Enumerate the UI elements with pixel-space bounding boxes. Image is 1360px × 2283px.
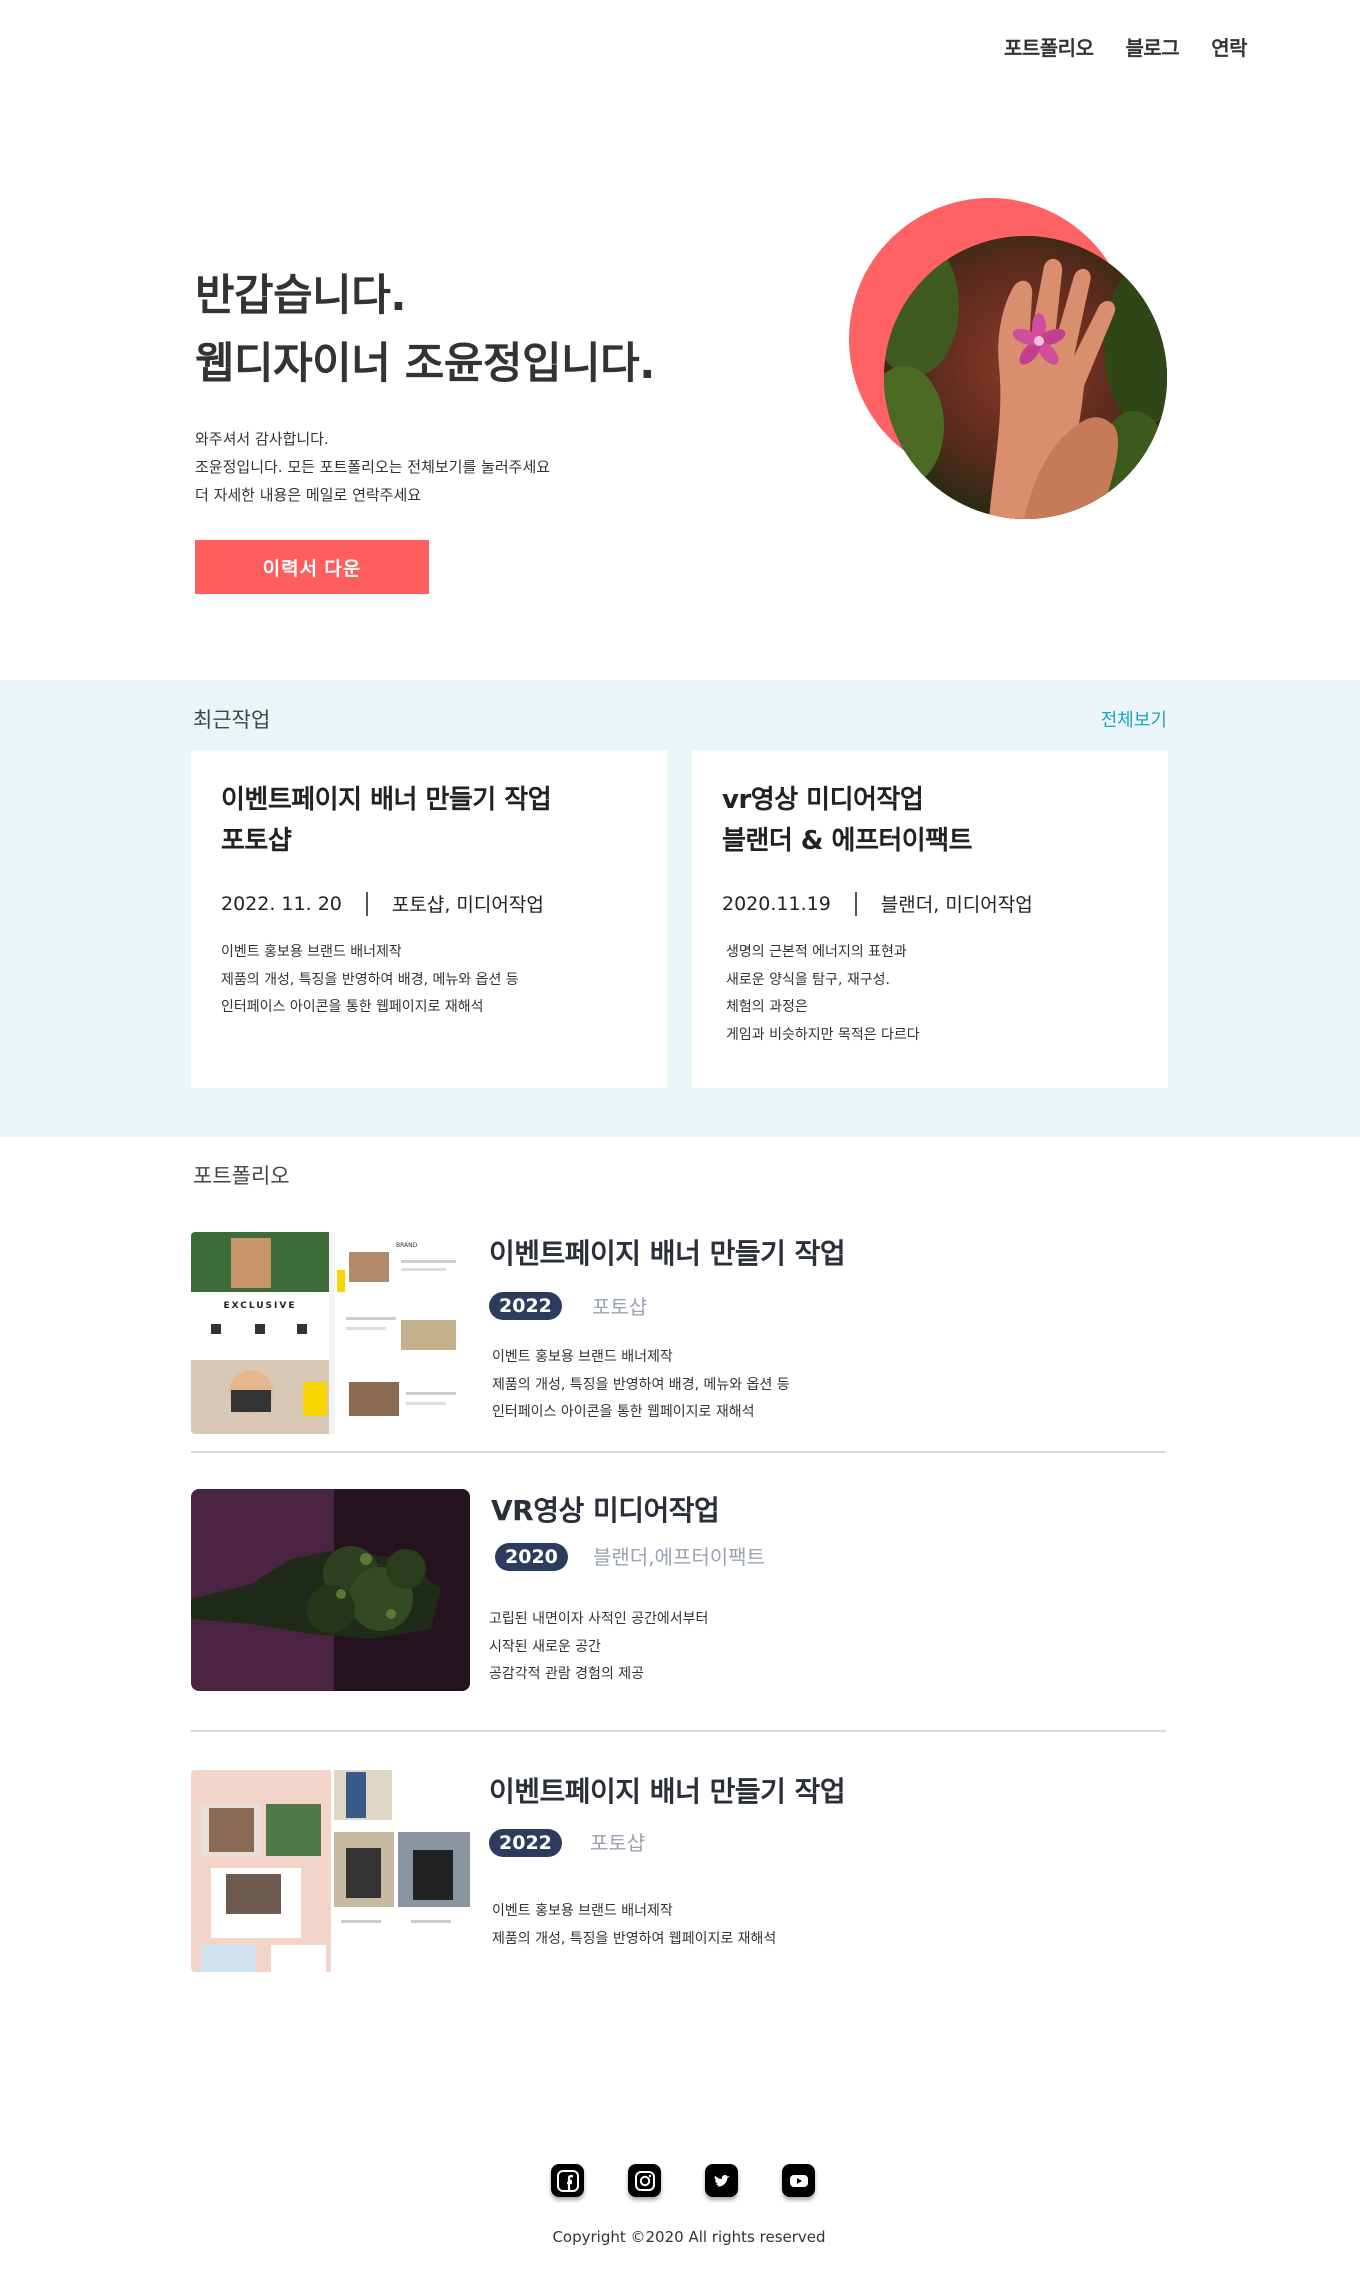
portfolio-item[interactable]: 이벤트페이지 배너 만들기 작업 2022 포토샵 이벤트 홍보용 브랜드 배너… (191, 1770, 1166, 1972)
portfolio-desc-line: 인터페이스 아이콘을 통한 웹페이지로 재해석 (492, 1404, 755, 1420)
card-date: 2022. 11. 20 (221, 892, 342, 915)
nav-item-contact[interactable]: 연락 (1211, 32, 1247, 61)
top-nav: 포트폴리오 블로그 연락 (972, 32, 1248, 61)
card-title-line: 포토샵 (221, 826, 292, 856)
year-badge: 2022 (489, 1829, 562, 1857)
portfolio-title: VR영상 미디어작업 (491, 1494, 720, 1527)
nav-item-portfolio[interactable]: 포트폴리오 (1004, 32, 1094, 61)
portfolio-desc-line: 공감각적 관람 경험의 제공 (489, 1666, 645, 1682)
portfolio-item[interactable]: VR영상 미디어작업 2020 블랜더,에프터이팩트 고립된 내면이자 사적인 … (191, 1489, 1166, 1691)
hero-photo (884, 236, 1167, 519)
meta-separator (365, 891, 368, 916)
twitter-icon[interactable] (705, 2164, 738, 2197)
nav-item-blog[interactable]: 블로그 (1125, 32, 1179, 61)
recent-card[interactable]: vr영상 미디어작업 블랜더 & 에프터이팩트 2020.11.19 블랜더, … (692, 750, 1168, 1088)
card-title: 이벤트페이지 배너 만들기 작업 포토샵 (221, 780, 637, 862)
portfolio-thumbnail[interactable] (191, 1770, 470, 1972)
view-all-link[interactable]: 전체보기 (1101, 706, 1167, 732)
hero-desc-line: 와주셔서 감사합니다. (195, 430, 329, 448)
portfolio-title: 이벤트페이지 배너 만들기 작업 (489, 1237, 846, 1270)
card-category: 블랜더, 미디어작업 (880, 894, 1033, 916)
portfolio-desc-line: 시작된 새로운 공간 (489, 1638, 601, 1655)
portfolio-divider (191, 1451, 1166, 1453)
portfolio-thumbnail[interactable]: EXCLUSIVE BRAND (191, 1232, 470, 1434)
portfolio-divider (191, 1730, 1166, 1732)
card-description: 생명의 근본적 에너지의 표현과 새로운 양식을 탐구, 재구성. 체험의 과정… (722, 939, 1138, 1049)
card-desc-line: 인터페이스 아이콘을 통한 웹페이지로 재해석 (221, 999, 484, 1015)
card-desc-line: 체험의 과정은 (726, 999, 808, 1015)
year-badge: 2022 (489, 1292, 562, 1320)
portfolio-category: 포토샵 (590, 1831, 646, 1855)
year-badge: 2020 (495, 1543, 568, 1571)
card-desc-line: 새로운 양식을 탐구, 재구성. (726, 971, 890, 988)
card-description: 이벤트 홍보용 브랜드 배너제작 제품의 개성, 특징을 반영하여 배경, 메뉴… (221, 939, 637, 1022)
youtube-icon[interactable] (782, 2164, 815, 2197)
thumb-text-brand: BRAND (396, 1242, 418, 1249)
recent-work-section: 최근작업 전체보기 이벤트페이지 배너 만들기 작업 포토샵 2022. 11.… (0, 680, 1360, 1137)
card-desc-line: 이벤트 홍보용 브랜드 배너제작 (221, 944, 402, 960)
portfolio-desc-line: 고립된 내면이자 사적인 공간에서부터 (489, 1611, 709, 1627)
portfolio-desc-line: 이벤트 홍보용 브랜드 배너제작 (492, 1349, 673, 1365)
card-category: 포토샵, 미디어작업 (391, 894, 544, 916)
card-desc-line: 제품의 개성, 특징을 반영하여 배경, 메뉴와 옵션 등 (221, 971, 519, 988)
card-title-line: 이벤트페이지 배너 만들기 작업 (221, 785, 552, 815)
hero-title-line2: 웹디자이너 조윤정입니다. (195, 339, 655, 389)
portfolio-title: 이벤트페이지 배너 만들기 작업 (489, 1775, 846, 1808)
thumb-text-exclusive: EXCLUSIVE (223, 1301, 296, 1311)
hero-title: 반갑습니다. 웹디자이너 조윤정입니다. (195, 262, 655, 398)
card-title-line: 블랜더 & 에프터이팩트 (722, 826, 973, 856)
social-links (0, 2164, 1360, 2197)
meta-separator (854, 891, 857, 916)
recent-work-heading: 최근작업 (193, 708, 271, 732)
card-meta: 2020.11.19 블랜더, 미디어작업 (722, 890, 1138, 917)
portfolio-description: 이벤트 홍보용 브랜드 배너제작 제품의 개성, 특징을 반영하여 배경, 메뉴… (492, 1344, 790, 1427)
instagram-icon[interactable] (628, 2164, 661, 2197)
portfolio-category: 포토샵 (592, 1295, 648, 1319)
hero-desc-line: 더 자세한 내용은 메일로 연락주세요 (195, 486, 422, 504)
card-title-line: vr영상 미디어작업 (722, 785, 924, 815)
portfolio-description: 고립된 내면이자 사적인 공간에서부터 시작된 새로운 공간 공감각적 관람 경… (489, 1606, 708, 1689)
portfolio-item[interactable]: EXCLUSIVE BRAND 이벤트페이지 배너 만들기 작업 2022 포토… (191, 1232, 1166, 1434)
portfolio-desc-line: 제품의 개성, 특징을 반영하여 웹페이지로 재해석 (492, 1930, 777, 1947)
card-meta: 2022. 11. 20 포토샵, 미디어작업 (221, 890, 637, 917)
portfolio-desc-line: 이벤트 홍보용 브랜드 배너제작 (492, 1903, 673, 1919)
portfolio-heading: 포트폴리오 (193, 1164, 290, 1188)
facebook-icon[interactable] (551, 2164, 584, 2197)
hero-title-line1: 반갑습니다. (195, 271, 407, 321)
card-date: 2020.11.19 (722, 892, 831, 915)
card-desc-line: 게임과 비슷하지만 목적은 다르다 (726, 1026, 920, 1043)
resume-download-button[interactable]: 이력서 다운 (195, 540, 429, 594)
portfolio-description: 이벤트 홍보용 브랜드 배너제작 제품의 개성, 특징을 반영하여 웹페이지로 … (492, 1898, 776, 1953)
card-desc-line: 생명의 근본적 에너지의 표현과 (726, 944, 907, 960)
hero-description: 와주셔서 감사합니다. 조윤정입니다. 모든 포트폴리오는 전체보기를 눌러주세… (195, 425, 550, 509)
hero-desc-line: 조윤정입니다. 모든 포트폴리오는 전체보기를 눌러주세요 (195, 458, 551, 476)
recent-card[interactable]: 이벤트페이지 배너 만들기 작업 포토샵 2022. 11. 20 포토샵, 미… (191, 750, 667, 1088)
portfolio-desc-line: 제품의 개성, 특징을 반영하여 배경, 메뉴와 옵션 등 (492, 1376, 790, 1393)
copyright-text: Copyright ©2020 All rights reserved (552, 2228, 826, 2246)
card-title: vr영상 미디어작업 블랜더 & 에프터이팩트 (722, 780, 1138, 862)
portfolio-category: 블랜더,에프터이팩트 (593, 1545, 765, 1569)
portfolio-thumbnail[interactable] (191, 1489, 470, 1691)
